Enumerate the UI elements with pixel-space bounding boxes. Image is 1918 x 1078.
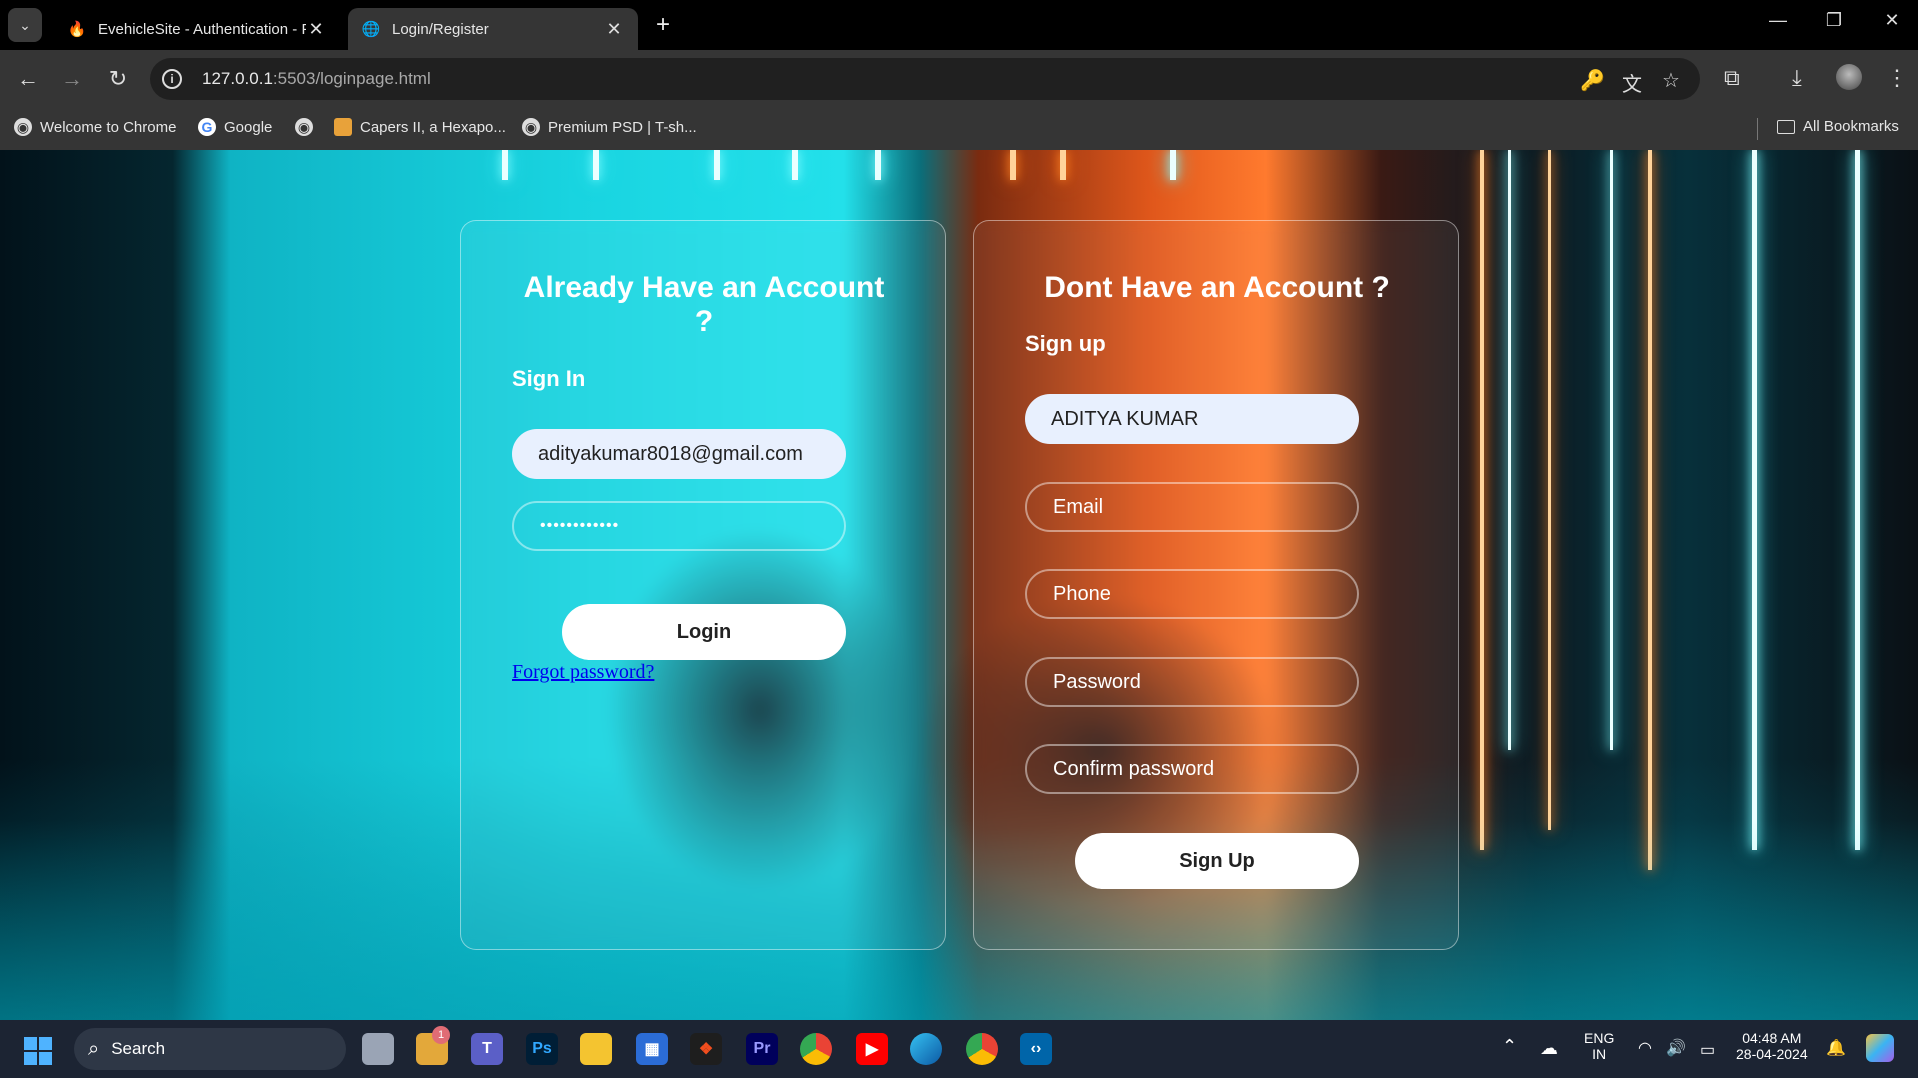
firebase-icon: 🔥 xyxy=(67,21,87,38)
tab-search-button[interactable]: ⌄ xyxy=(8,8,42,42)
signup-heading: Dont Have an Account ? xyxy=(1044,271,1390,304)
taskbar-search[interactable]: ⌕ Search xyxy=(74,1028,346,1070)
photoshop-icon[interactable]: Ps xyxy=(526,1033,558,1065)
task-view-icon[interactable] xyxy=(362,1033,394,1065)
tab-title: Login/Register xyxy=(392,20,489,38)
bookmark-premium-psd[interactable]: ◉ Premium PSD | T-sh... xyxy=(522,118,697,136)
signup-button[interactable]: Sign Up xyxy=(1075,833,1359,889)
reload-icon[interactable]: ↻ xyxy=(104,65,132,93)
signin-card: Already Have an Account ? Sign In Login … xyxy=(460,220,946,950)
folder-icon xyxy=(1777,119,1795,134)
bookmark-site-icon xyxy=(334,118,352,136)
back-icon[interactable]: ← xyxy=(14,65,42,93)
all-bookmarks[interactable]: All Bookmarks xyxy=(1777,118,1899,135)
search-icon: ⌕ xyxy=(88,1037,100,1060)
globe-icon: 🌐 xyxy=(361,21,381,38)
bookmark-globe[interactable]: ◉ xyxy=(295,118,321,136)
all-bookmarks-label: All Bookmarks xyxy=(1803,118,1899,135)
signup-subtitle: Sign up xyxy=(1025,331,1106,356)
bookmark-label: Google xyxy=(224,118,273,136)
volume-icon[interactable]: 🔊 xyxy=(1666,1038,1686,1058)
restore-icon[interactable]: ❐ xyxy=(1814,10,1854,31)
extensions-icon[interactable]: ⧉ xyxy=(1724,65,1740,91)
search-label: Search xyxy=(111,1039,166,1058)
signup-confirm-password-input[interactable] xyxy=(1025,744,1359,794)
tab-login-register[interactable]: 🌐 Login/Register ✕ xyxy=(348,8,638,50)
file-explorer-icon[interactable] xyxy=(580,1033,612,1065)
page-viewport: Already Have an Account ? Sign In Login … xyxy=(0,150,1918,1020)
signup-name-input[interactable] xyxy=(1025,394,1359,444)
chrome-active-icon[interactable] xyxy=(966,1033,998,1065)
taskbar: ⌕ Search 1 T Ps ▦ ❖ Pr ▶ ‹› ⌃ ☁ ENG IN ◠… xyxy=(0,1020,1918,1078)
signin-heading: Already Have an Account ? xyxy=(523,271,885,338)
lang-top: ENG xyxy=(1584,1030,1615,1046)
bookmark-label: Capers II, a Hexapo... xyxy=(360,118,506,136)
onedrive-icon[interactable]: ☁ xyxy=(1540,1038,1558,1059)
bookmarks-divider xyxy=(1757,118,1758,140)
translate-icon[interactable]: 文 xyxy=(1622,68,1642,97)
close-tab-icon[interactable]: ✕ xyxy=(306,19,326,40)
signin-email-input[interactable] xyxy=(512,429,846,479)
profile-avatar[interactable] xyxy=(1836,64,1862,90)
close-tab-icon[interactable]: ✕ xyxy=(604,19,624,40)
download-icon[interactable]: ⤓ xyxy=(1792,65,1802,91)
forgot-password-link[interactable]: Forgot password? xyxy=(512,661,654,684)
windows-start-icon[interactable] xyxy=(24,1037,52,1065)
minimize-icon[interactable]: — xyxy=(1758,10,1798,31)
menu-icon[interactable]: ⋮ xyxy=(1886,65,1908,91)
url-text[interactable]: 127.0.0.1:5503/loginpage.html xyxy=(202,69,431,89)
star-icon[interactable]: ☆ xyxy=(1662,68,1680,93)
signin-subtitle: Sign In xyxy=(512,366,586,391)
show-hidden-icons[interactable]: ⌃ xyxy=(1502,1036,1517,1057)
browser-toolbar: ← → ↻ i 127.0.0.1:5503/loginpage.html 🔑 … xyxy=(0,50,1918,108)
edge-icon[interactable] xyxy=(910,1033,942,1065)
globe-icon: ◉ xyxy=(295,118,313,136)
close-window-icon[interactable]: ✕ xyxy=(1872,10,1912,31)
tab-authentication[interactable]: 🔥 EvehicleSite - Authentication - F ✕ xyxy=(54,8,340,50)
browser-tabstrip: ⌄ 🔥 EvehicleSite - Authentication - F ✕ … xyxy=(0,0,1918,50)
teams-icon[interactable]: T xyxy=(471,1033,503,1065)
bookmark-capers[interactable]: Capers II, a Hexapo... xyxy=(334,118,506,136)
bookmarks-bar: ◉ Welcome to Chrome G Google ◉ Capers II… xyxy=(0,108,1918,150)
language-indicator[interactable]: ENG IN xyxy=(1584,1030,1614,1062)
notification-badge: 1 xyxy=(432,1026,450,1044)
bookmark-label: Welcome to Chrome xyxy=(40,118,177,136)
store-icon[interactable]: ▦ xyxy=(636,1033,668,1065)
bookmark-welcome[interactable]: ◉ Welcome to Chrome xyxy=(14,118,176,136)
premiere-icon[interactable]: Pr xyxy=(746,1033,778,1065)
site-info-icon[interactable]: i xyxy=(162,69,182,89)
globe-icon: ◉ xyxy=(14,118,32,136)
clock-time: 04:48 AM xyxy=(1742,1030,1802,1046)
forward-icon[interactable]: → xyxy=(58,65,86,93)
url-path: :5503/loginpage.html xyxy=(272,69,431,88)
bookmark-label: Premium PSD | T-sh... xyxy=(548,118,697,136)
lang-bottom: IN xyxy=(1592,1046,1607,1062)
globe-icon: ◉ xyxy=(522,118,540,136)
chrome-icon[interactable] xyxy=(800,1033,832,1065)
tab-title: EvehicleSite - Authentication - F xyxy=(98,20,306,38)
login-button[interactable]: Login xyxy=(562,604,846,660)
battery-icon[interactable]: ▭ xyxy=(1700,1040,1715,1060)
bookmark-google[interactable]: G Google xyxy=(198,118,272,136)
notification-bell-icon[interactable]: 🔔 xyxy=(1826,1038,1846,1058)
vscode-icon[interactable]: ‹› xyxy=(1020,1033,1052,1065)
google-icon: G xyxy=(198,118,216,136)
wifi-icon[interactable]: ◠ xyxy=(1638,1038,1652,1058)
clock[interactable]: 04:48 AM 28-04-2024 xyxy=(1736,1030,1808,1062)
figma-icon[interactable]: ❖ xyxy=(690,1033,722,1065)
key-icon[interactable]: 🔑 xyxy=(1580,68,1605,93)
signup-password-input[interactable] xyxy=(1025,657,1359,707)
address-bar[interactable]: i 127.0.0.1:5503/loginpage.html 🔑 文 ☆ xyxy=(150,58,1700,100)
copilot-icon[interactable] xyxy=(1866,1034,1894,1062)
clock-date: 28-04-2024 xyxy=(1736,1046,1808,1062)
url-host: 127.0.0.1 xyxy=(202,69,273,88)
signup-phone-input[interactable] xyxy=(1025,569,1359,619)
signup-card: Dont Have an Account ? Sign up Sign Up xyxy=(973,220,1459,950)
signin-password-input[interactable] xyxy=(512,501,846,551)
signup-email-input[interactable] xyxy=(1025,482,1359,532)
new-tab-button[interactable]: + xyxy=(650,12,676,38)
youtube-icon[interactable]: ▶ xyxy=(856,1033,888,1065)
